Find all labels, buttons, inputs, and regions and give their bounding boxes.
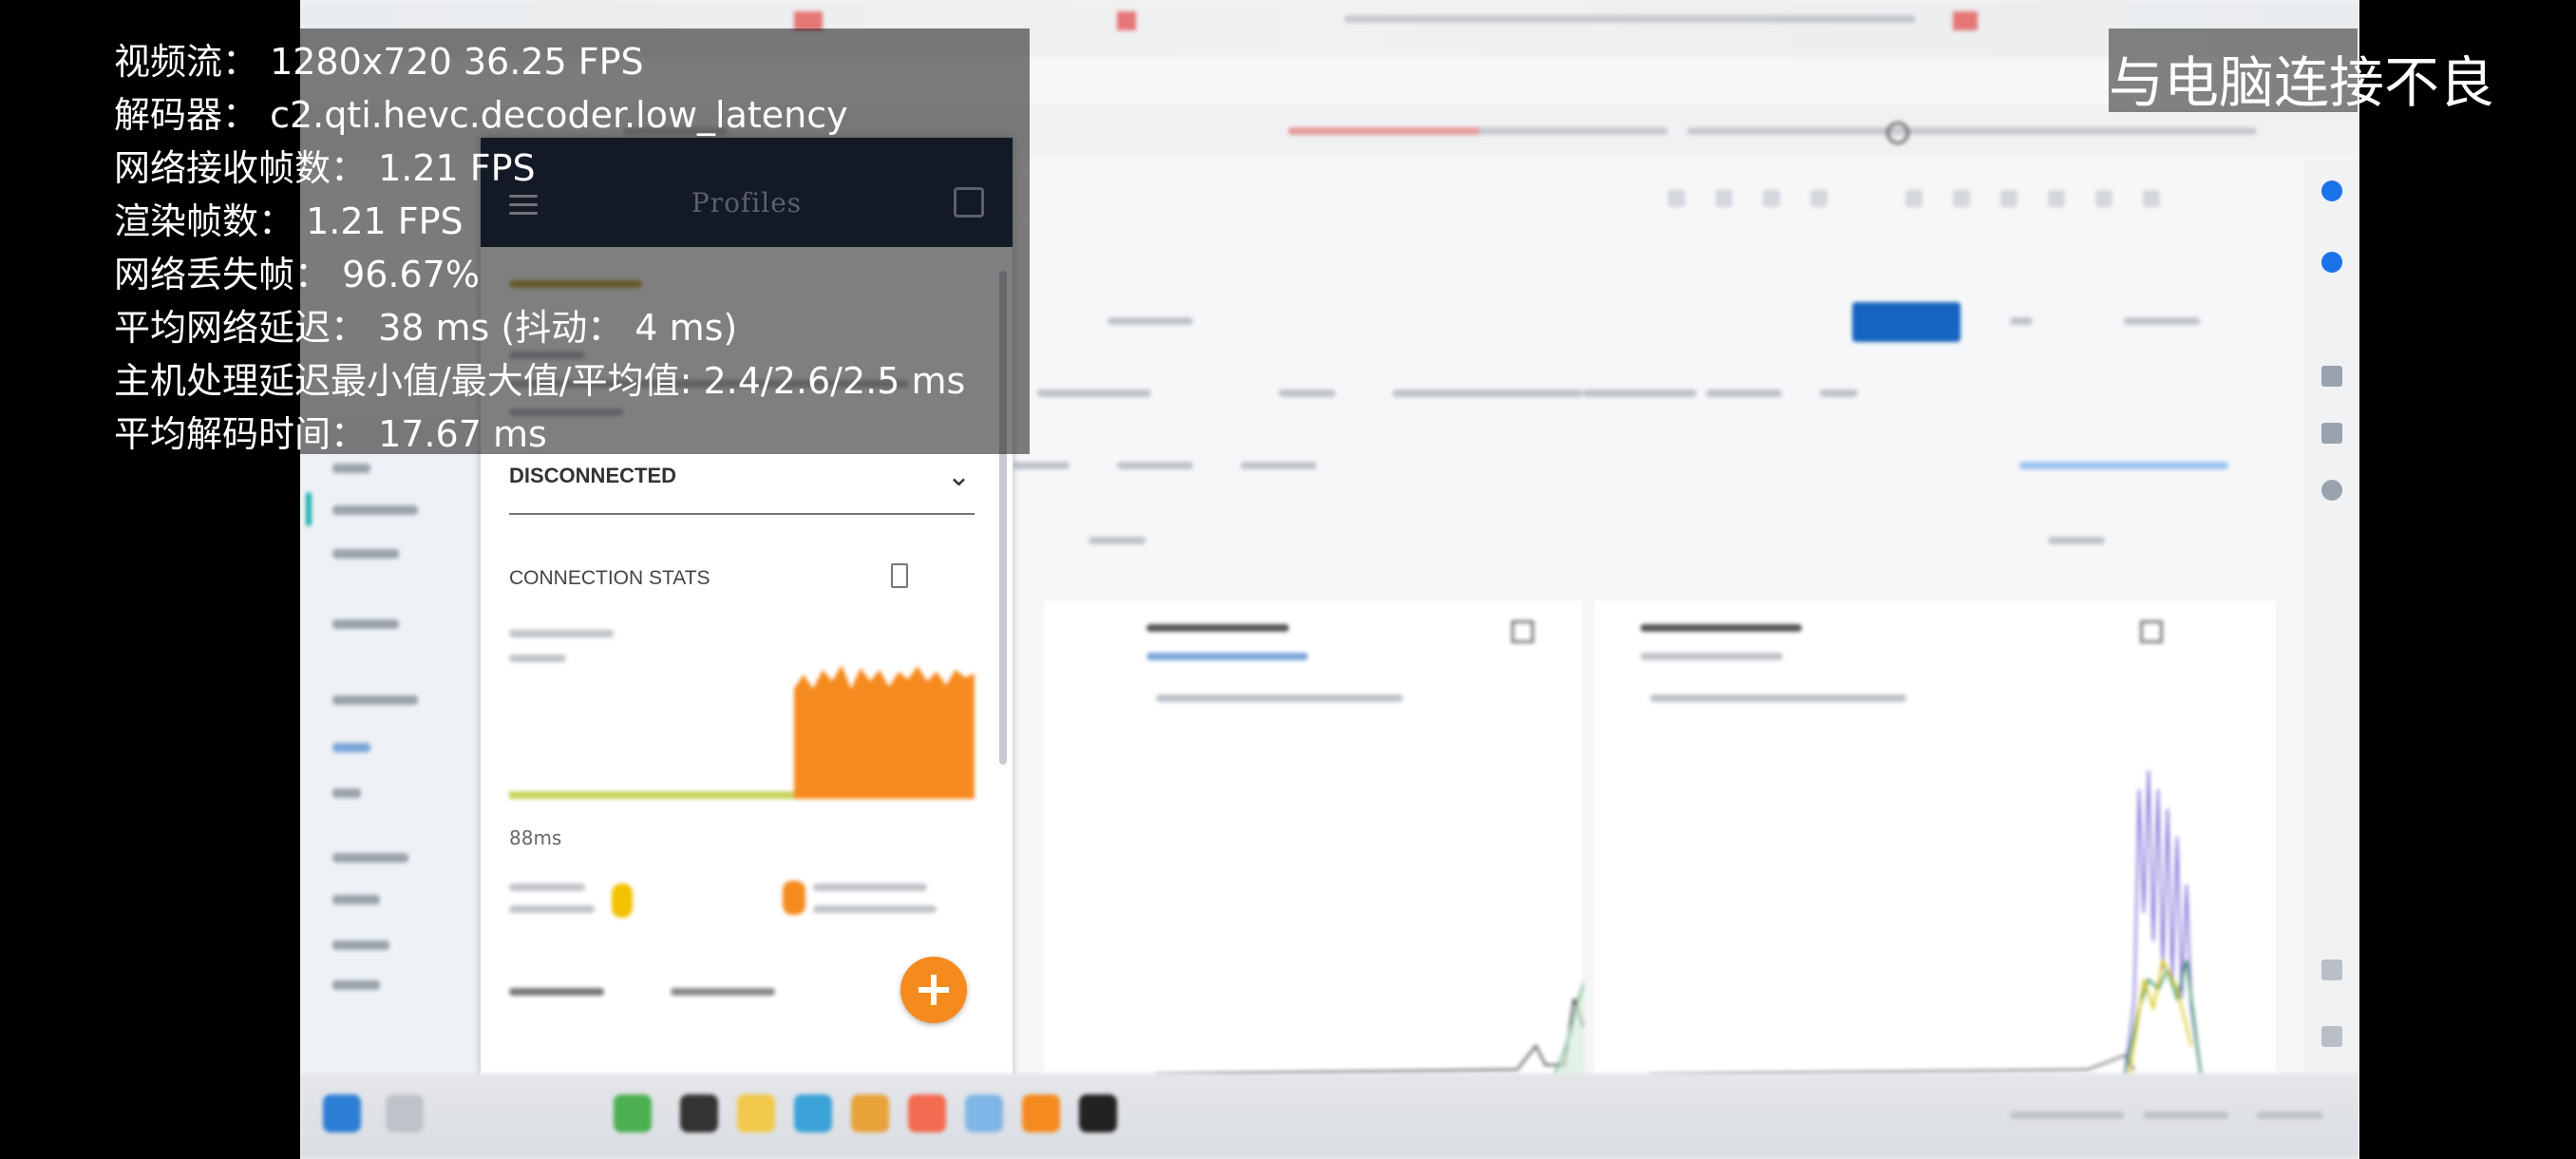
connection-status-dropdown[interactable]: DISCONNECTED ⌄ xyxy=(509,456,975,515)
headset-icon[interactable] xyxy=(2321,180,2342,201)
download-arrow-icon xyxy=(612,884,633,918)
app-icon[interactable] xyxy=(614,1094,652,1132)
document-icon[interactable] xyxy=(2321,423,2342,444)
chart-card-1 xyxy=(1041,598,1584,1075)
app-icon[interactable] xyxy=(680,1094,718,1132)
stat-render-fps: 渲染帧数： 1.21 FPS xyxy=(114,200,464,242)
right-extension-bar xyxy=(2304,162,2359,1112)
poor-connection-text: 与电脑连接不良 xyxy=(2109,50,2495,115)
search-icon[interactable] xyxy=(386,1094,424,1132)
help-icon[interactable] xyxy=(2321,480,2342,501)
poor-connection-badge: 与电脑连接不良 xyxy=(2109,28,2494,115)
chat-icon[interactable] xyxy=(2321,252,2342,273)
line-chart-1 xyxy=(1155,980,1583,1074)
taskbar xyxy=(300,1074,2359,1159)
nav-sidebar xyxy=(300,418,481,1083)
stat-decode-time: 平均解码时间： 17.67 ms xyxy=(114,413,547,455)
browser-icon[interactable] xyxy=(794,1094,832,1132)
bookmark-icon[interactable] xyxy=(2321,366,2342,387)
upload-arrow-icon xyxy=(783,881,805,915)
stat-frame-loss: 网络丢失帧： 96.67% xyxy=(114,254,480,295)
clipboard-icon[interactable] xyxy=(891,563,908,588)
app-icon[interactable] xyxy=(908,1094,946,1132)
tool-icon[interactable] xyxy=(2321,960,2342,980)
primary-action-button[interactable] xyxy=(1852,302,1960,342)
app-icon[interactable] xyxy=(1022,1094,1060,1132)
chart-card-2 xyxy=(1592,598,2278,1075)
stat-decoder: 解码器： c2.qti.hevc.decoder.low_latency xyxy=(114,94,848,136)
stat-host-latency: 主机处理延迟最小值/最大值/平均值: 2.4/2.6/2.5 ms xyxy=(114,360,966,402)
latency-axis-label: 88ms xyxy=(509,826,562,849)
list-icon[interactable] xyxy=(2321,1026,2342,1047)
stat-avg-latency: 平均网络延迟： 38 ms (抖动： 4 ms) xyxy=(114,307,738,349)
latency-area-chart xyxy=(509,665,975,799)
connection-stats-chart xyxy=(509,622,975,799)
app-icon[interactable] xyxy=(1079,1094,1117,1132)
connection-stats-title: CONNECTION STATS xyxy=(509,567,710,589)
app-icon[interactable] xyxy=(965,1094,1003,1132)
browser-icon[interactable] xyxy=(851,1094,889,1132)
folder-icon[interactable] xyxy=(737,1094,775,1132)
stat-network-fps: 网络接收帧数： 1.21 FPS xyxy=(114,147,536,189)
add-profile-button[interactable] xyxy=(900,957,967,1023)
start-icon[interactable] xyxy=(323,1094,361,1132)
refresh-icon[interactable] xyxy=(1886,122,1909,144)
chevron-down-icon[interactable]: ⌄ xyxy=(947,460,971,493)
connection-status-text: DISCONNECTED xyxy=(509,464,677,487)
line-chart-2 xyxy=(1649,770,2202,1074)
stat-video-stream: 视频流： 1280x720 36.25 FPS xyxy=(114,41,644,83)
